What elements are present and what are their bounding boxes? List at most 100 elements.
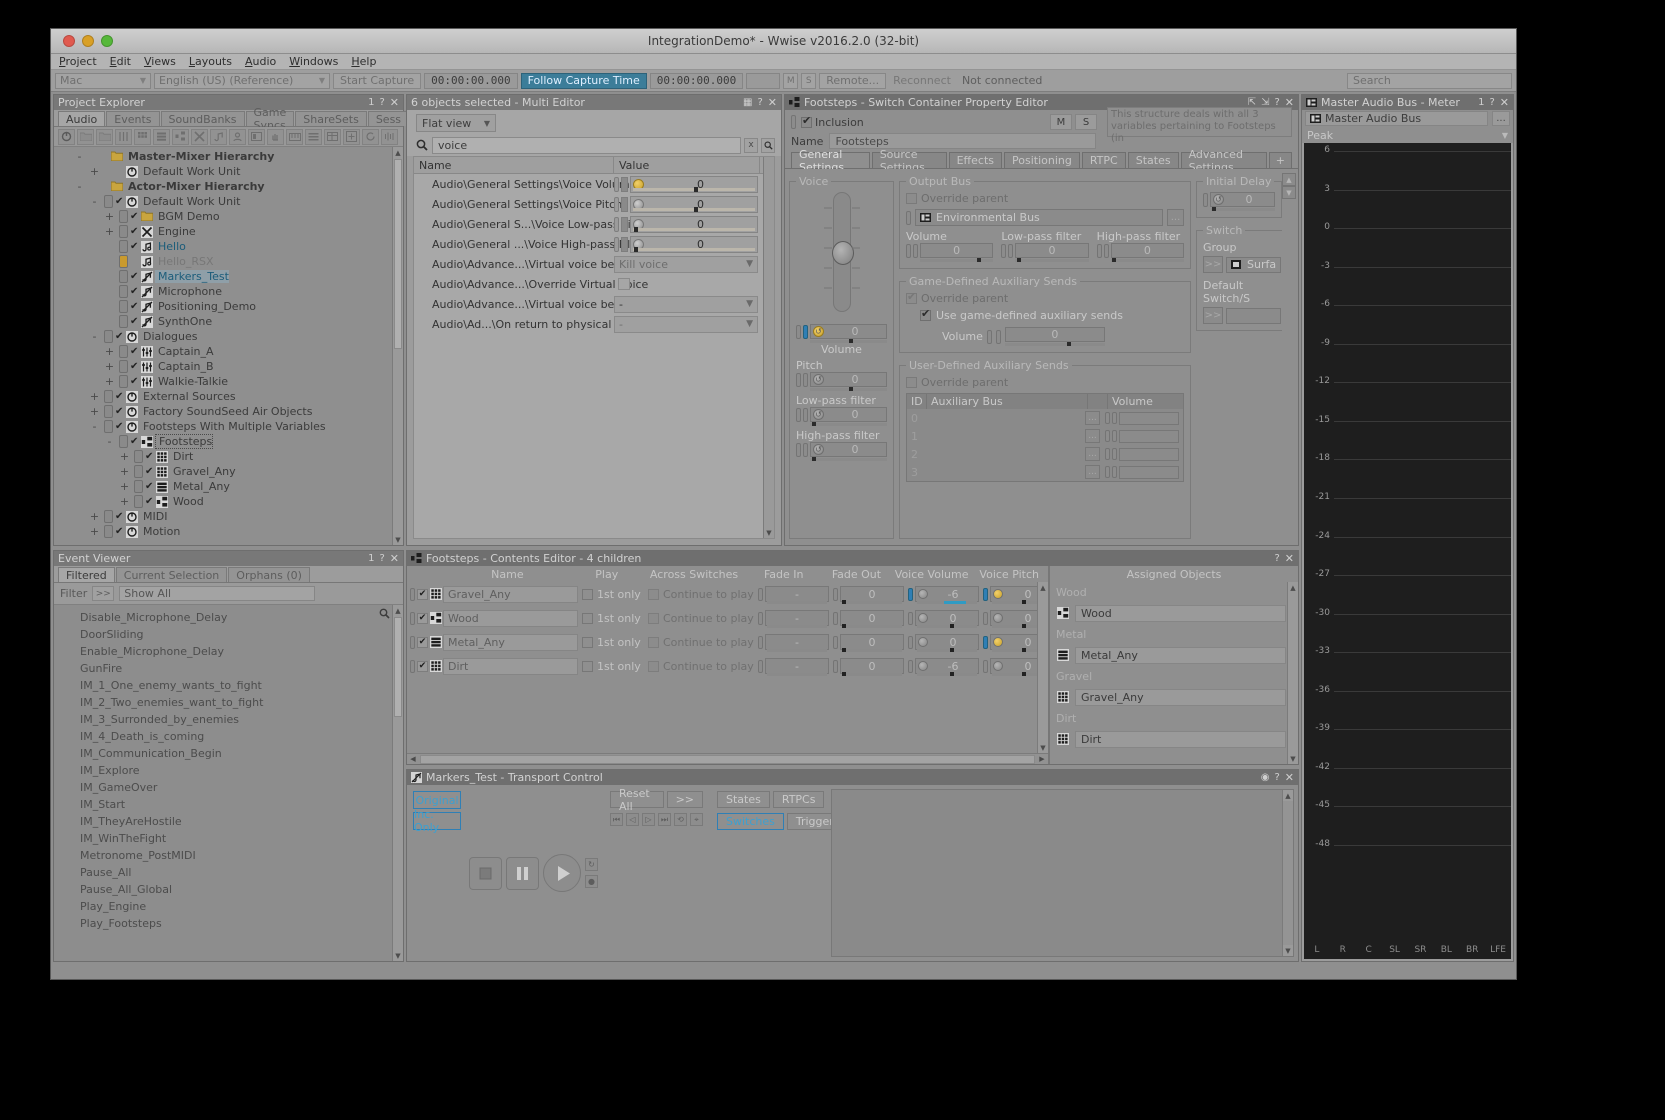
scroll-down-icon[interactable]: ▼ [1282,186,1296,199]
rtpcs-button[interactable]: RTPCs [772,791,825,808]
game-aux-volume-field[interactable]: 0 [1004,327,1105,342]
bus-link-handle[interactable] [906,210,911,225]
volume-link-handle[interactable] [796,324,801,339]
tree-expander[interactable]: - [87,195,102,208]
delay-link-handle[interactable] [1203,192,1208,207]
clear-search-button[interactable]: x [744,137,758,153]
search-icon[interactable] [379,608,390,622]
inclusion-toggle[interactable] [117,315,130,328]
switches-button[interactable]: Switches [717,813,784,830]
folder-icon[interactable] [77,128,94,145]
cursor-icon[interactable]: ⌖ [690,813,703,826]
reset-icon[interactable]: ↺ [813,444,824,455]
event-list-item[interactable]: Play_Engine [54,898,403,915]
tree-item[interactable]: + ✔ MIDI [54,509,403,524]
inclusion-toggle[interactable] [132,480,145,493]
platform-selector[interactable]: Mac ▼ [55,72,151,89]
filter-input[interactable]: Show All [119,586,316,601]
bus-lowpass-field[interactable]: 0 [1015,243,1089,258]
volume-rtpc-handle[interactable] [803,324,808,339]
global-solo-button[interactable]: S [801,72,817,89]
event-list-item[interactable]: DoorSliding [54,626,403,643]
property-row[interactable]: Audio\General S...\Voice Low-pass Filter… [414,214,774,234]
property-row[interactable]: Audio\General Settings\Voice Pitch 0 [414,194,774,214]
aux-browse-button[interactable]: ... [1085,465,1100,479]
voice-pitch-field[interactable]: ↺ 0 [810,372,887,387]
scroll-up-icon[interactable]: ▲ [1283,790,1293,801]
content-name[interactable]: Dirt [443,657,578,675]
aux-browse-button[interactable]: ... [1085,447,1100,461]
add-tab-button[interactable]: + [1268,152,1292,168]
random-container-icon[interactable] [134,128,151,145]
tree-expander[interactable]: + [117,495,132,508]
event-list-item[interactable]: IM_WinTheFight [54,830,403,847]
voice-volume-track[interactable] [810,339,887,343]
original-toggle-button[interactable]: Original [413,791,461,809]
aux-link-handle[interactable] [1105,466,1110,478]
event-list-item[interactable]: Enable_Microphone_Delay [54,643,403,660]
reset-all-button[interactable]: Reset All [610,787,664,813]
tree-expander[interactable]: + [87,525,102,538]
event-list-item[interactable]: IM_1_One_enemy_wants_to_fight [54,677,403,694]
list-icon[interactable] [305,128,322,145]
event-list-item[interactable]: IM_2_Two_enemies_want_to_fight [54,694,403,711]
rtpc-handle[interactable] [621,176,628,192]
keyboard-icon[interactable] [286,128,303,145]
tree-item[interactable]: + ✔ BGM Demo [54,209,403,224]
property-dropdown[interactable]: Kill voice ▼ [614,255,758,273]
event-list-item[interactable]: IM_Start [54,796,403,813]
bus-highpass-rtpc-handle[interactable] [1103,243,1109,258]
tab-game-syncs[interactable]: Game Syncs [245,106,295,132]
output-bus-browse-button[interactable]: ... [1167,209,1184,226]
lowpass-link-handle[interactable] [796,407,801,422]
game-aux-override-checkbox[interactable] [906,290,917,304]
inclusion-toggle[interactable] [102,525,115,538]
scroll-thumb[interactable] [394,159,402,349]
assigned-object-row[interactable]: Wood [1050,602,1298,624]
inclusion-checkbox[interactable] [801,114,812,128]
fade-in-handle[interactable] [758,659,763,673]
highpass-link-handle[interactable] [796,442,801,457]
language-selector[interactable]: English (US) (Reference) ▼ [154,72,330,89]
aux-link-handle[interactable] [1105,412,1110,424]
pitch-link-handle[interactable] [796,372,801,387]
content-name[interactable]: Wood [443,609,578,627]
multi-editor-search-input[interactable]: voice [432,136,741,154]
bus-lowpass-link-handle[interactable] [1001,243,1007,258]
tree-expander[interactable]: + [87,405,102,418]
rtpc-handle[interactable] [621,236,628,252]
voice-highpass-field[interactable]: ↺ 0 [810,442,887,457]
aux-send-row[interactable]: 2... [907,445,1183,463]
close-icon[interactable]: ✕ [1285,552,1294,565]
assigned-object-row[interactable]: Dirt [1050,728,1298,750]
tree-item[interactable]: + ✔ Motion [54,524,403,539]
voice-pitch-track[interactable] [810,387,887,391]
game-aux-link-handle[interactable] [986,329,992,344]
states-button[interactable]: States [717,791,770,808]
tree-item[interactable]: + ✔ Metal_Any [54,479,403,494]
voice-volume-field[interactable]: ↺ 0 [810,324,887,339]
tree-item[interactable]: + ✔ Dirt [54,449,403,464]
inclusion-toggle[interactable] [102,330,115,343]
loop-region-icon[interactable]: ⟲ [674,813,687,826]
scroll-up-icon[interactable]: ▲ [393,605,403,616]
menu-windows[interactable]: Windows [289,55,338,68]
menu-audio[interactable]: Audio [245,55,276,68]
scroll-down-icon[interactable]: ▼ [1283,945,1293,956]
highpass-rtpc-handle[interactable] [803,442,808,457]
inclusion-toggle[interactable] [117,225,130,238]
tree-expander[interactable]: + [102,360,117,373]
rtpc-handle[interactable] [621,196,628,212]
tree-expander[interactable]: + [87,510,102,523]
menu-layouts[interactable]: Layouts [189,55,232,68]
tree-expander[interactable]: + [102,210,117,223]
tab-current-selection[interactable]: Current Selection [115,567,228,582]
reset-more-button[interactable]: >> [666,791,703,808]
play-1st-only-checkbox[interactable] [582,660,593,672]
fade-in-handle[interactable] [758,635,763,649]
scroll-right-icon[interactable]: ▶ [1036,754,1048,765]
voice-pitch-handle[interactable] [983,635,988,649]
bus-highpass-link-handle[interactable] [1096,243,1102,258]
voice-volume-handle[interactable] [908,587,913,601]
tab-sessions[interactable]: Sess [367,111,410,126]
